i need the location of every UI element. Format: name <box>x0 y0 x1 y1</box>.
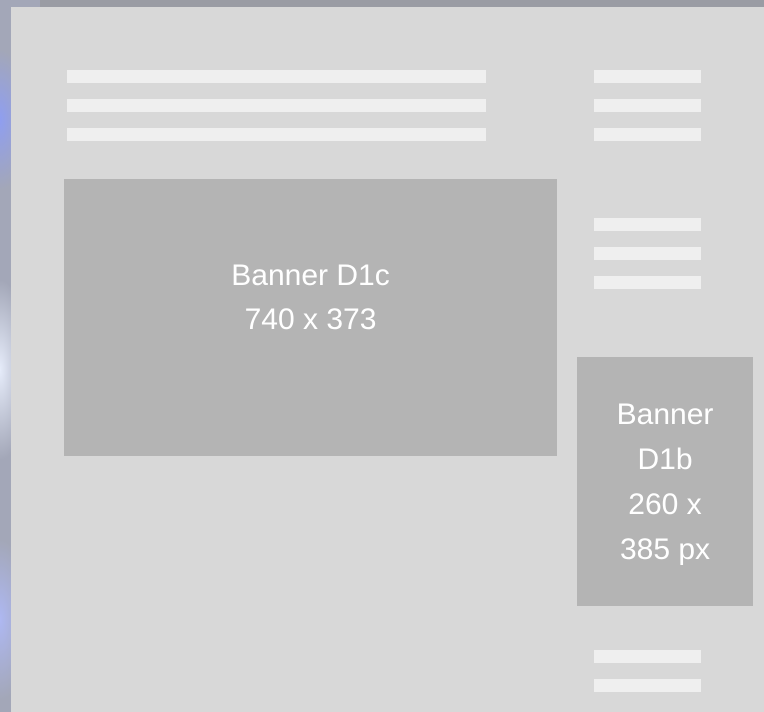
banner-d1c-title: Banner D1c <box>231 258 390 292</box>
main-text-line <box>67 128 486 141</box>
sidebar-text-line <box>594 99 701 112</box>
banner-d1b-id: D1b <box>637 442 693 476</box>
sidebar-text-line <box>594 128 701 141</box>
sidebar-text-line <box>594 679 701 692</box>
banner-d1b: Banner D1b 260 x 385 px <box>577 357 753 606</box>
wireframe-canvas: Banner D1c 740 x 373 Banner D1b 260 x 38… <box>0 0 764 712</box>
sidebar-text-line <box>594 276 701 289</box>
banner-d1b-size: 260 x <box>628 487 702 521</box>
page-mockup: Banner D1c 740 x 373 Banner D1b 260 x 38… <box>11 7 764 712</box>
sidebar-text-line <box>594 650 701 663</box>
sidebar-text-line <box>594 247 701 260</box>
main-text-line <box>67 99 486 112</box>
sidebar-text-line <box>594 218 701 231</box>
main-text-line <box>67 70 486 83</box>
sidebar-text-line <box>594 70 701 83</box>
banner-d1c-size: 740 x 373 <box>244 302 377 336</box>
banner-d1b-size-unit: 385 px <box>619 532 711 566</box>
banner-d1c: Banner D1c 740 x 373 <box>64 179 557 456</box>
banner-d1b-title: Banner <box>616 397 714 431</box>
